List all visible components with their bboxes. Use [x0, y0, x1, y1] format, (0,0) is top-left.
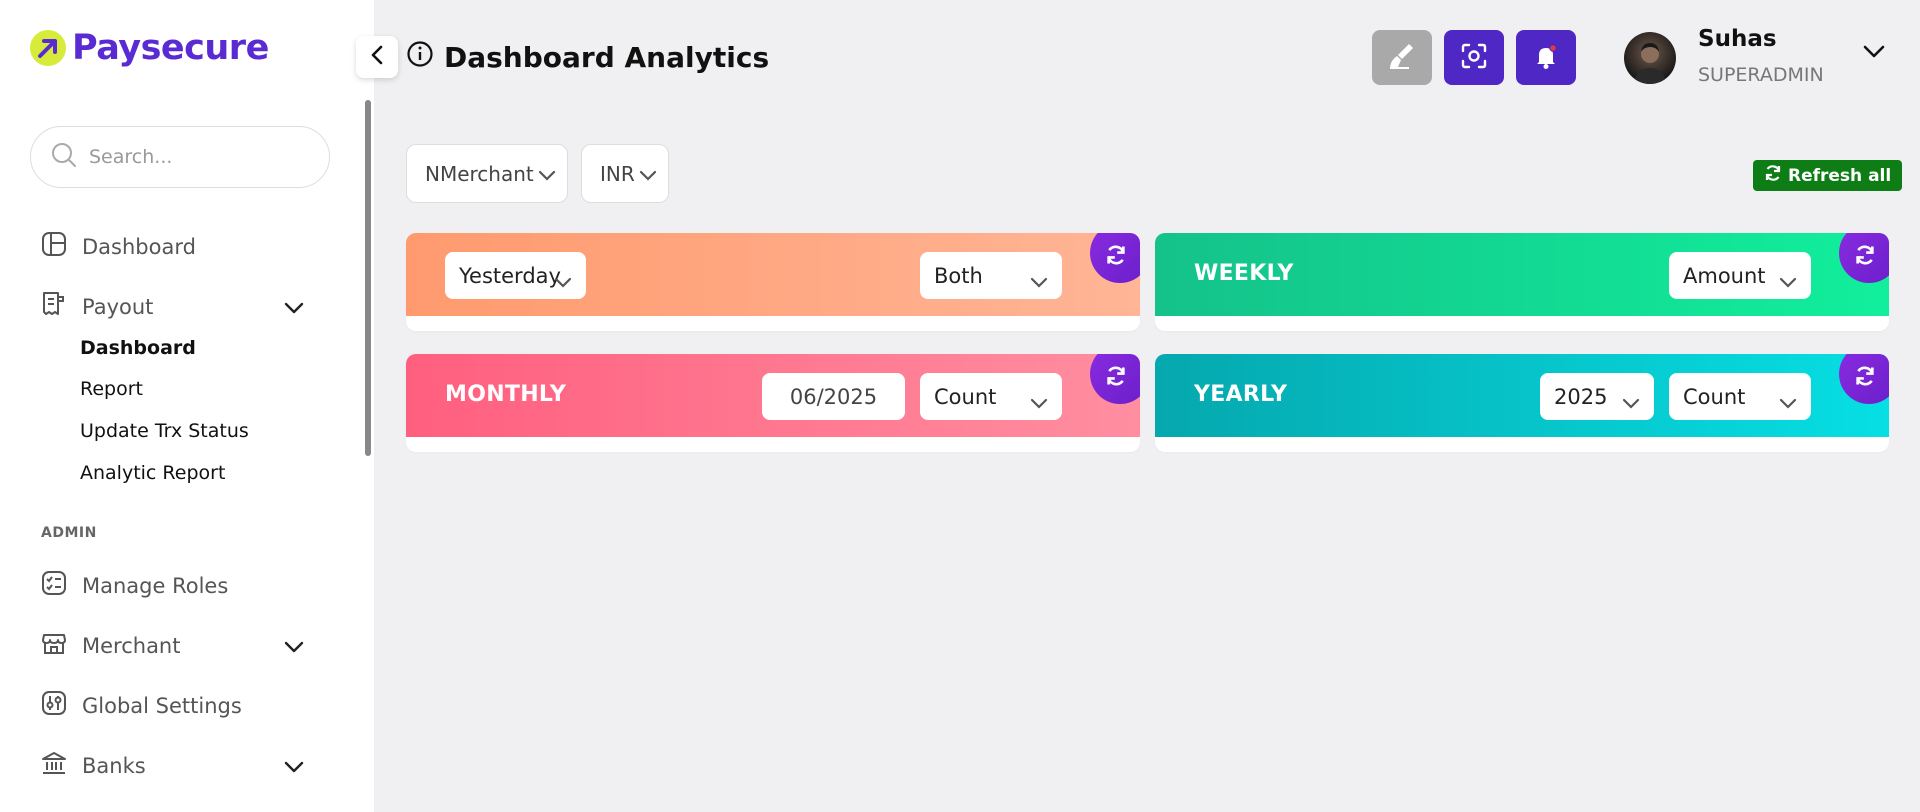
sidebar-item-label: Payout: [82, 294, 154, 319]
metric-select-value: Count: [934, 384, 997, 409]
sidebar-item-label: Global Settings: [82, 693, 242, 718]
chevron-down-icon: [1030, 269, 1048, 293]
period-select-value: Yesterday: [459, 263, 561, 288]
chevron-down-icon: [1779, 390, 1797, 414]
section-label-admin: ADMIN: [41, 525, 97, 541]
metric-select-value: Both: [934, 263, 983, 288]
month-picker[interactable]: 06/2025: [762, 373, 905, 420]
daily-card: Yesterday Both: [406, 233, 1140, 331]
checklist-icon: [40, 569, 68, 602]
metric-select[interactable]: Count: [920, 373, 1062, 420]
clear-cache-button[interactable]: [1372, 30, 1432, 85]
sidebar: Paysecure Dashboard Payout Dashboard Rep…: [0, 0, 374, 812]
brand-logo[interactable]: Paysecure: [30, 28, 269, 68]
chevron-down-icon: [1030, 390, 1048, 414]
refresh-all-label: Refresh all: [1788, 165, 1892, 186]
chevron-down-icon[interactable]: [284, 295, 304, 319]
currency-select[interactable]: INR: [581, 144, 669, 203]
chevron-down-icon: [538, 162, 556, 186]
metric-select[interactable]: Both: [920, 252, 1062, 299]
merchant-select-value: NMerchant: [425, 161, 534, 186]
sidebar-collapse-button[interactable]: [356, 36, 398, 78]
broom-icon: [1387, 41, 1417, 75]
notifications-button[interactable]: [1516, 30, 1576, 85]
chevron-down-icon: [639, 162, 657, 186]
brand-name: Paysecure: [72, 28, 269, 68]
receipt-icon: [40, 290, 68, 323]
monthly-card: MONTHLY 06/2025 Count: [406, 354, 1140, 452]
logo-mark-icon: [30, 30, 66, 66]
refresh-icon: [1854, 357, 1884, 391]
card-label: MONTHLY: [445, 382, 567, 407]
refresh-all-button[interactable]: Refresh all: [1753, 160, 1903, 191]
settings-sliders-icon: [40, 689, 68, 722]
sidebar-subitem-dashboard[interactable]: Dashboard: [80, 337, 196, 359]
chevron-down-icon: [1779, 269, 1797, 293]
refresh-icon: [1105, 236, 1135, 270]
monthly-card-header: MONTHLY 06/2025 Count: [406, 354, 1140, 437]
sidebar-subitem-analytic-report[interactable]: Analytic Report: [80, 462, 225, 484]
info-icon[interactable]: [406, 40, 434, 75]
sidebar-item-dashboard[interactable]: Dashboard: [40, 230, 196, 263]
dashboard-icon: [40, 230, 68, 263]
refresh-icon: [1105, 357, 1135, 391]
metric-select[interactable]: Amount: [1669, 252, 1811, 299]
bank-icon: [40, 749, 68, 782]
card-label: YEARLY: [1194, 382, 1288, 407]
refresh-icon: [1854, 236, 1884, 270]
store-icon: [40, 629, 68, 662]
yearly-card-header: YEARLY 2025 Count: [1155, 354, 1889, 437]
metric-select[interactable]: Count: [1669, 373, 1811, 420]
screenshot-button[interactable]: [1444, 30, 1504, 85]
card-refresh-button[interactable]: [1839, 354, 1889, 404]
search-input[interactable]: [89, 146, 289, 168]
year-select[interactable]: 2025: [1540, 373, 1654, 420]
period-select[interactable]: Yesterday: [445, 252, 586, 299]
search-icon: [51, 142, 77, 172]
sidebar-scrollbar[interactable]: [365, 100, 371, 456]
sidebar-item-label: Merchant: [82, 633, 181, 658]
sidebar-item-payout[interactable]: Payout: [40, 290, 360, 323]
card-refresh-button[interactable]: [1090, 354, 1140, 404]
sidebar-search[interactable]: [30, 126, 330, 188]
metric-select-value: Amount: [1683, 263, 1766, 288]
sidebar-item-label: Dashboard: [82, 234, 196, 259]
weekly-card: WEEKLY Amount: [1155, 233, 1889, 331]
card-refresh-button[interactable]: [1090, 233, 1140, 283]
sidebar-item-banks[interactable]: Banks: [40, 749, 360, 782]
refresh-icon: [1764, 164, 1782, 187]
currency-select-value: INR: [600, 161, 635, 186]
sidebar-item-merchant[interactable]: Merchant: [40, 629, 360, 662]
user-name: Suhas: [1698, 26, 1777, 52]
year-select-value: 2025: [1554, 384, 1608, 409]
chevron-down-icon[interactable]: [1862, 44, 1886, 64]
chevron-down-icon[interactable]: [284, 634, 304, 658]
sidebar-item-manage-roles[interactable]: Manage Roles: [40, 569, 228, 602]
weekly-card-header: WEEKLY Amount: [1155, 233, 1889, 316]
avatar[interactable]: [1624, 32, 1676, 84]
chevron-down-icon: [1622, 390, 1640, 414]
sidebar-item-global-settings[interactable]: Global Settings: [40, 689, 242, 722]
user-role: SUPERADMIN: [1698, 64, 1824, 86]
sidebar-subitem-update-trx-status[interactable]: Update Trx Status: [80, 420, 249, 442]
card-label: WEEKLY: [1194, 261, 1294, 286]
chevron-left-icon: [370, 45, 384, 69]
chevron-down-icon: [554, 269, 572, 293]
month-picker-value: 06/2025: [789, 384, 878, 409]
sidebar-item-label: Banks: [82, 753, 146, 778]
page-title: Dashboard Analytics: [406, 40, 769, 75]
daily-card-header: Yesterday Both: [406, 233, 1140, 316]
chevron-down-icon[interactable]: [284, 754, 304, 778]
merchant-select[interactable]: NMerchant: [406, 144, 568, 203]
metric-select-value: Count: [1683, 384, 1746, 409]
bell-icon: [1532, 42, 1560, 74]
sidebar-item-label: Manage Roles: [82, 573, 229, 598]
card-refresh-button[interactable]: [1839, 233, 1889, 283]
yearly-card: YEARLY 2025 Count: [1155, 354, 1889, 452]
screenshot-icon: [1460, 42, 1488, 74]
page-title-text: Dashboard Analytics: [444, 41, 770, 74]
sidebar-subitem-report[interactable]: Report: [80, 378, 143, 400]
